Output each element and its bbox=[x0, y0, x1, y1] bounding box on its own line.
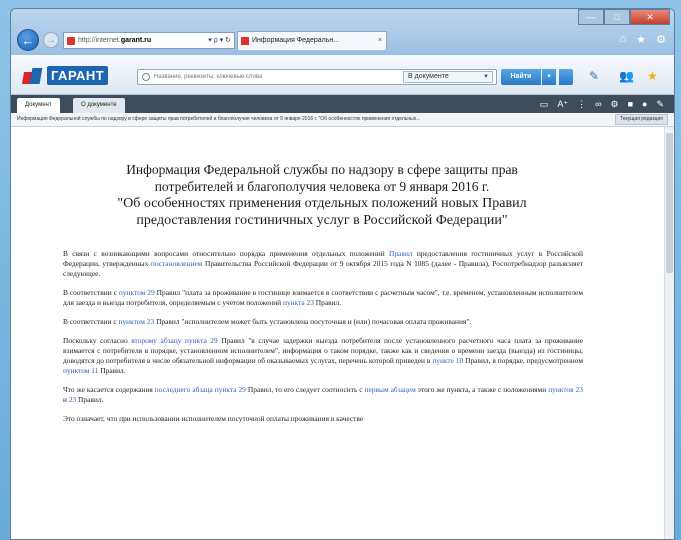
edit-icon[interactable]: ✎ bbox=[656, 97, 664, 111]
users-icon[interactable]: 👥 bbox=[619, 69, 634, 83]
scrollbar-thumb[interactable] bbox=[666, 133, 673, 273]
browser-tools: ⌂ ★ ⚙ bbox=[620, 33, 666, 46]
settings-icon[interactable]: ⚙ bbox=[611, 97, 619, 111]
search-scope-value: В документе bbox=[408, 73, 449, 80]
breadcrumb-text: Информация Федеральной службы по надзору… bbox=[17, 116, 421, 122]
paragraph-text: Правил, в порядке, предусмотренном bbox=[463, 356, 583, 365]
paragraph-text: Это означает, что при использовании испо… bbox=[63, 414, 364, 423]
garant-header: ГАРАНТ В документе ▼ Найти ▾ ✎ 👥 ★ bbox=[11, 55, 674, 95]
window-controls: — □ ✕ bbox=[578, 9, 670, 27]
document-toolbar: Документ О документе ▭ A⁺ ⋮ ∞ ⚙ ■ ● ✎ bbox=[11, 95, 674, 113]
paragraph-text: этого же пункта, а также с положениями bbox=[415, 385, 549, 394]
address-host: garant.ru bbox=[120, 37, 152, 44]
gear-icon[interactable]: ⚙ bbox=[656, 33, 666, 46]
vertical-scrollbar[interactable] bbox=[664, 127, 674, 539]
title-line: "Об особенностях применения отдельных по… bbox=[117, 196, 527, 211]
paragraph-text: Что же касается содержания bbox=[63, 385, 155, 394]
home-icon[interactable]: ⌂ bbox=[620, 33, 627, 46]
document-link[interactable]: пунктом 11 bbox=[63, 366, 98, 375]
minimize-button[interactable]: — bbox=[578, 9, 604, 25]
document-link[interactable]: пункта 23 bbox=[283, 298, 314, 307]
paragraph-text: Правил "исполнителем может быть установл… bbox=[154, 317, 472, 326]
document-body: В связи с возникающими вопросами относит… bbox=[63, 249, 583, 433]
title-line: предоставления гостиничных услуг в Росси… bbox=[136, 213, 508, 228]
maximize-button[interactable]: □ bbox=[604, 9, 630, 25]
document-link[interactable]: последнего абзаца пункта 29 bbox=[155, 385, 246, 394]
favorite-star-icon[interactable]: ★ bbox=[647, 69, 658, 83]
paragraph-text: Правил. bbox=[313, 298, 342, 307]
document-link[interactable]: пунктом 23 bbox=[119, 317, 155, 326]
back-button[interactable]: ← bbox=[17, 29, 39, 51]
paragraph: Поскольку согласно второму абзацу пункта… bbox=[63, 336, 583, 376]
arrow-right-icon: → bbox=[46, 35, 56, 46]
browser-window: — □ ✕ ← → http://internet.garant.ru ▾ ρ … bbox=[10, 8, 675, 540]
breadcrumb: Информация Федеральной службы по надзору… bbox=[11, 113, 674, 127]
paragraph: В соответствии с пунктом 29 Правил "плат… bbox=[63, 288, 583, 308]
search-input[interactable] bbox=[154, 70, 404, 84]
paragraph: Это означает, что при использовании испо… bbox=[63, 414, 583, 424]
find-button[interactable]: Найти bbox=[501, 69, 541, 85]
garant-logo[interactable]: ГАРАНТ bbox=[21, 63, 109, 87]
site-favicon-icon bbox=[67, 37, 75, 45]
search-scope-select[interactable]: В документе ▼ bbox=[403, 71, 493, 83]
paragraph-text: Правил, то его следует соотносить с bbox=[245, 385, 365, 394]
star-icon[interactable]: ★ bbox=[636, 33, 646, 46]
chevron-down-icon: ▼ bbox=[483, 74, 489, 80]
document-link[interactable]: пунктов 23 bbox=[548, 385, 583, 394]
print-icon[interactable]: ▭ bbox=[540, 97, 549, 111]
address-bar[interactable]: http://internet.garant.ru ▾ ρ ▾ ↻ bbox=[63, 32, 235, 49]
paragraph-text: В связи с возникающими вопросами относит… bbox=[63, 249, 390, 258]
font-size-button[interactable]: A⁺ bbox=[557, 97, 568, 111]
paragraph-text: В соответствии с bbox=[63, 317, 119, 326]
tab-document[interactable]: Документ bbox=[17, 98, 60, 113]
search-box: В документе ▼ bbox=[137, 69, 497, 85]
tab-title: Информация Федеральн... bbox=[252, 37, 340, 44]
arrow-left-icon: ← bbox=[21, 33, 35, 48]
address-prefix: http://internet. bbox=[78, 37, 121, 44]
document-area: Информация Федеральной службы по надзору… bbox=[11, 127, 674, 539]
pen-icon[interactable]: ✎ bbox=[589, 69, 599, 83]
save-icon[interactable]: ■ bbox=[628, 97, 633, 111]
paragraph-text: В соответствии с bbox=[63, 288, 119, 297]
tab-about-document[interactable]: О документе bbox=[73, 98, 125, 113]
address-controls[interactable]: ▾ ρ ▾ ↻ bbox=[208, 33, 231, 48]
tab-close-icon[interactable]: × bbox=[378, 32, 382, 50]
document-link[interactable]: пункте 10 bbox=[432, 356, 463, 365]
browser-toolbar: — □ ✕ ← → http://internet.garant.ru ▾ ρ … bbox=[11, 9, 674, 55]
info-icon[interactable]: ● bbox=[642, 97, 647, 111]
title-line: Информация Федеральной службы по надзору… bbox=[126, 162, 518, 177]
document-link[interactable]: пунктом 29 bbox=[119, 288, 155, 297]
tab-favicon-icon bbox=[241, 37, 249, 45]
paragraph: Что же касается содержания последнего аб… bbox=[63, 385, 583, 405]
close-window-button[interactable]: ✕ bbox=[630, 9, 670, 25]
document-link[interactable]: первым абзацем bbox=[365, 385, 416, 394]
paragraph-text: Правил. bbox=[76, 395, 104, 404]
find-options-button[interactable]: ▾ bbox=[542, 69, 556, 85]
document-tools: ▭ A⁺ ⋮ ∞ ⚙ ■ ● ✎ bbox=[540, 97, 664, 111]
glasses-icon[interactable]: ∞ bbox=[595, 97, 601, 111]
edition-badge[interactable]: Текущая редакция bbox=[615, 114, 668, 125]
paragraph: В соответствии с пунктом 23 Правил "испо… bbox=[63, 317, 583, 327]
document-title: Информация Федеральной службы по надзору… bbox=[67, 161, 577, 229]
split-icon[interactable]: ⋮ bbox=[577, 97, 586, 111]
document-link[interactable]: постановлением bbox=[151, 259, 203, 268]
garant-logo-text: ГАРАНТ bbox=[47, 65, 109, 85]
document-link[interactable]: Правил bbox=[389, 249, 412, 258]
garant-logo-mark-icon bbox=[21, 64, 43, 86]
browser-tab-active[interactable]: Информация Федеральн... × bbox=[237, 31, 387, 50]
extended-search-button[interactable] bbox=[559, 69, 573, 85]
document-link[interactable]: второму абзацу пункта 29 bbox=[131, 336, 217, 345]
paragraph-text: Поскольку согласно bbox=[63, 336, 132, 345]
paragraph: В связи с возникающими вопросами относит… bbox=[63, 249, 583, 279]
search-icon bbox=[142, 73, 150, 81]
paragraph-text: Правил. bbox=[98, 366, 126, 375]
forward-button[interactable]: → bbox=[43, 32, 59, 48]
title-line: потребителей и благополучия человека от … bbox=[154, 179, 490, 194]
